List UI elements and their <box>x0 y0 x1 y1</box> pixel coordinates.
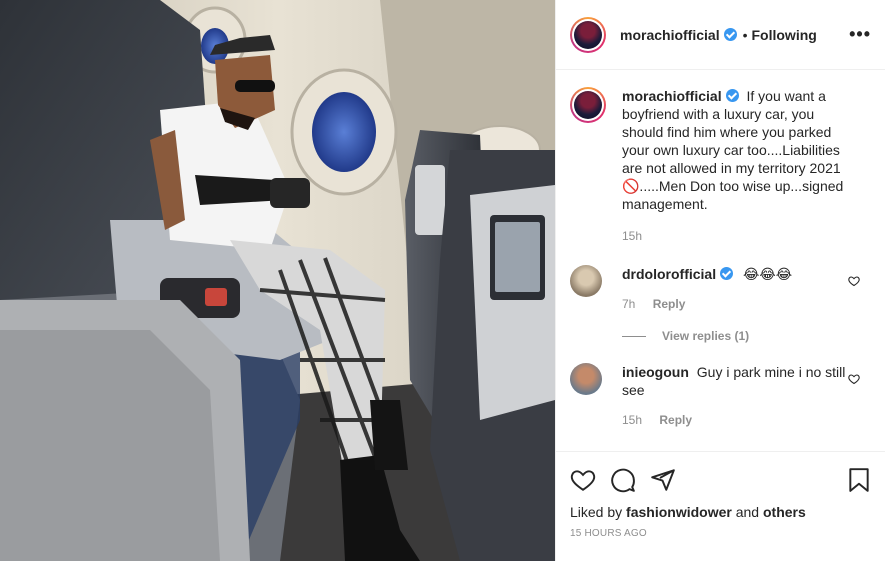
comment-username[interactable]: drdolorofficial <box>622 266 716 282</box>
comment-icon[interactable] <box>610 467 636 493</box>
reply-button[interactable]: Reply <box>653 297 686 311</box>
likes-others-link[interactable]: others <box>763 504 806 520</box>
caption-text: If you want a boyfriend with a luxury ca… <box>622 88 844 212</box>
post-photo[interactable] <box>0 0 555 561</box>
post-timestamp[interactable]: 15 HOURS AGO <box>570 528 872 539</box>
author-avatar[interactable] <box>570 16 606 53</box>
post-window: morachiofficial • Following ••• morachio… <box>0 0 885 561</box>
view-replies-button[interactable]: View replies (1) <box>622 329 870 343</box>
comment-item: inieogoun Guy i park mine i no still see… <box>570 363 870 429</box>
caption-username[interactable]: morachiofficial <box>622 88 722 104</box>
verified-icon <box>720 267 734 280</box>
reply-button[interactable]: Reply <box>659 413 692 427</box>
comment-text: 😂😂😂 <box>743 266 793 282</box>
separator-dot: • <box>742 26 748 43</box>
post-actions: Liked by fashionwidower and others 15 HO… <box>556 451 885 561</box>
save-icon[interactable] <box>846 467 872 493</box>
comments-section: morachiofficial If you want a boyfriend … <box>556 71 885 451</box>
comment-time[interactable]: 7h <box>622 297 635 311</box>
verified-icon <box>723 28 737 41</box>
caption-item: morachiofficial If you want a boyfriend … <box>570 87 870 245</box>
comment-item: drdolorofficial 😂😂😂 7h Reply <box>570 265 870 313</box>
likes-conj: and <box>735 504 760 520</box>
likes-summary: Liked by fashionwidower and others <box>570 504 872 520</box>
author-username[interactable]: morachiofficial <box>620 27 720 43</box>
following-button[interactable]: Following <box>752 27 817 43</box>
like-comment-icon[interactable] <box>848 275 860 287</box>
share-icon[interactable] <box>650 467 676 493</box>
action-icons <box>570 460 872 500</box>
likes-user-link[interactable]: fashionwidower <box>626 504 732 520</box>
like-comment-icon[interactable] <box>848 373 860 385</box>
caption-avatar[interactable] <box>570 87 606 123</box>
post-side-panel: morachiofficial • Following ••• morachio… <box>555 0 885 561</box>
likes-prefix: Liked by <box>570 504 623 520</box>
comment-username[interactable]: inieogoun <box>622 364 689 380</box>
post-header: morachiofficial • Following ••• <box>556 0 885 70</box>
comment-avatar[interactable] <box>570 363 602 395</box>
replies-line <box>622 335 646 337</box>
view-replies-label[interactable]: View replies (1) <box>662 329 749 343</box>
verified-icon <box>725 89 739 102</box>
more-icon[interactable]: ••• <box>849 24 871 45</box>
caption-time[interactable]: 15h <box>622 227 856 245</box>
comment-time[interactable]: 15h <box>622 413 642 427</box>
heart-icon[interactable] <box>570 467 596 493</box>
airplane-cabin-image <box>0 0 555 561</box>
comment-avatar[interactable] <box>570 265 602 297</box>
